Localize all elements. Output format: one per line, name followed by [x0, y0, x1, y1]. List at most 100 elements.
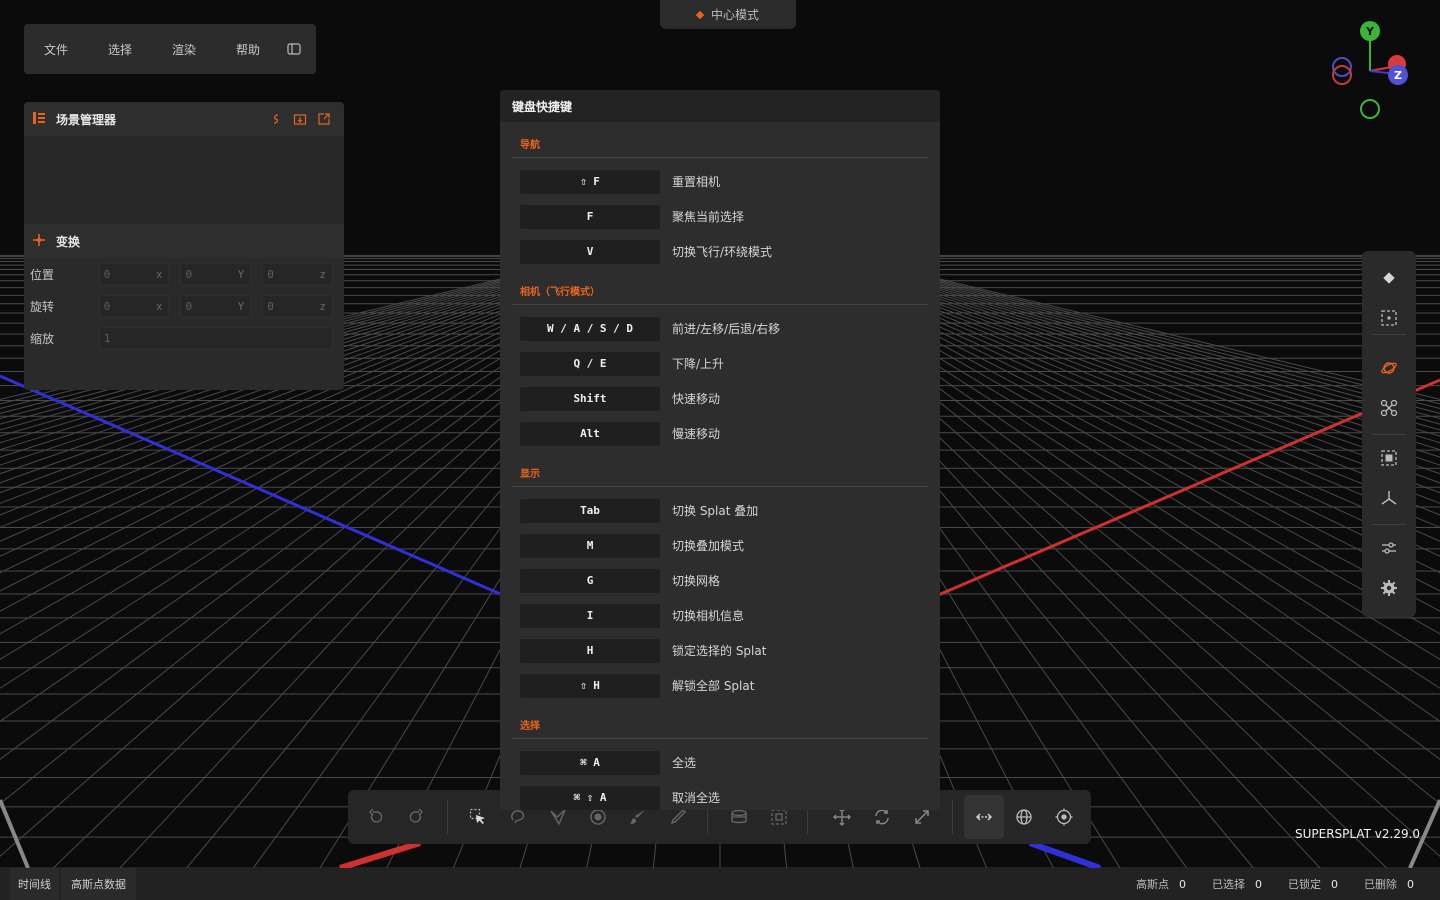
import-icon[interactable] — [288, 107, 312, 131]
orientation-gizmo[interactable]: Y Z — [1320, 16, 1420, 126]
shortcut-row: Q / E 下降/上升 — [512, 346, 928, 381]
shortcut-row: ⇧ H 解锁全部 Splat — [512, 668, 928, 703]
orbit-icon[interactable] — [1377, 356, 1401, 380]
shortcuts-list[interactable]: 导航 ⇧ F 重置相机 F 聚焦当前选择 V 切换飞行/环绕模式 相机（飞行模式） W… — [500, 122, 940, 810]
right-toolbar — [1362, 251, 1416, 617]
undo-icon[interactable] — [364, 805, 388, 829]
rotation-x-field[interactable]: 0x — [98, 295, 170, 317]
bounding-box-icon[interactable] — [1377, 446, 1401, 470]
position-z-value: 0 — [267, 267, 274, 281]
panel-collapse-icon[interactable] — [282, 37, 306, 61]
splat-data-button[interactable]: 高斯点数据 — [61, 868, 136, 900]
shortcut-row: W / A / S / D 前进/左移/后退/右移 — [512, 311, 928, 346]
shortcut-key: W / A / S / D — [520, 316, 660, 341]
menu-file[interactable]: 文件 — [24, 41, 88, 58]
fly-drone-icon[interactable] — [1377, 396, 1401, 420]
app-version: SUPERSPLAT v2.29.0 — [1295, 827, 1421, 841]
position-y-field[interactable]: 0Y — [180, 263, 252, 285]
stat-splats-value: 0 — [1179, 877, 1186, 891]
gear-icon[interactable] — [1377, 576, 1401, 600]
globe-icon[interactable] — [1012, 805, 1036, 829]
section-camera-fly: 相机（飞行模式） W / A / S / D 前进/左移/后退/右移 Q / E 下… — [512, 269, 928, 451]
rotation-y-field[interactable]: 0Y — [180, 295, 252, 317]
shortcut-key: Alt — [520, 421, 660, 446]
position-label: 位置 — [30, 267, 55, 282]
stat-locked-value: 0 — [1331, 877, 1338, 891]
shortcut-row: Tab 切换 Splat 叠加 — [512, 493, 928, 528]
shortcut-desc: 切换网格 — [672, 574, 721, 588]
section-display: 显示 Tab 切换 Splat 叠加 M 切换叠加模式 G 切换网格 I 切换相机信息 … — [512, 451, 928, 703]
status-stats: 高斯点 0 已选择 0 已锁定 0 已删除 0 — [1110, 876, 1440, 892]
scene-list[interactable] — [24, 136, 344, 224]
position-x-field[interactable]: 0x — [98, 263, 170, 285]
shortcut-key: ⇧ H — [520, 673, 660, 698]
rotation-y-axis: Y — [237, 300, 245, 313]
shortcut-desc: 慢速移动 — [672, 427, 721, 441]
z-axis-near — [1028, 840, 1102, 871]
transform-title: 变换 — [56, 234, 81, 249]
section-selection: 选择 ⌘ A 全选 ⌘ ⇧ A 取消全选 — [512, 703, 928, 810]
section-title: 相机（飞行模式） — [512, 269, 928, 305]
shortcut-desc: 快速移动 — [672, 392, 721, 406]
transform-header: 变换 — [24, 224, 344, 258]
shortcut-key: ⌘ ⇧ A — [520, 785, 660, 810]
shortcut-row: ⌘ ⇧ A 取消全选 — [512, 780, 928, 810]
move-cross-icon — [32, 233, 46, 250]
shortcut-key: G — [520, 568, 660, 593]
pointer-select-icon[interactable] — [466, 805, 490, 829]
shortcut-desc: 切换叠加模式 — [672, 539, 745, 553]
toolbar-separator — [447, 800, 448, 834]
toolbar-separator — [1372, 334, 1406, 335]
shortcut-desc: 全选 — [672, 756, 697, 770]
x-axis-near — [339, 840, 421, 871]
shortcut-row: ⌘ A 全选 — [512, 745, 928, 780]
gizmo-neg-y[interactable] — [1360, 99, 1380, 119]
shortcut-row: V 切换飞行/环绕模式 — [512, 234, 928, 269]
shortcut-key: M — [520, 533, 660, 558]
shortcut-key: Q / E — [520, 351, 660, 376]
rotation-y-value: 0 — [185, 299, 193, 313]
menu-render[interactable]: 渲染 — [152, 41, 216, 58]
axes-icon[interactable] — [1377, 486, 1401, 510]
scale-field[interactable]: 1 — [98, 327, 333, 349]
shortcut-key: I — [520, 603, 660, 628]
center-mode-indicator[interactable]: 中心模式 — [660, 0, 796, 29]
shortcut-desc: 切换相机信息 — [672, 609, 745, 623]
shortcut-desc: 切换飞行/环绕模式 — [672, 245, 773, 259]
position-y-axis: Y — [237, 268, 245, 281]
position-z-field[interactable]: 0z — [262, 263, 333, 285]
pivot-icon[interactable] — [1052, 805, 1076, 829]
shortcut-key: Tab — [520, 498, 660, 523]
export-icon[interactable] — [312, 107, 336, 131]
shortcut-desc: 下降/上升 — [672, 357, 725, 371]
menu-help[interactable]: 帮助 — [216, 41, 280, 58]
z-axis-line — [0, 374, 561, 622]
redo-icon[interactable] — [404, 805, 428, 829]
toolbar-separator — [952, 800, 953, 834]
mode-diamond-icon — [695, 10, 705, 19]
stat-selected: 已选择 0 — [1212, 876, 1262, 892]
shortcut-row: Alt 慢速移动 — [512, 416, 928, 451]
mode-label: 中心模式 — [710, 8, 759, 22]
stat-deleted: 已删除 0 — [1364, 876, 1414, 892]
menu-select[interactable]: 选择 — [88, 41, 152, 58]
section-navigation: 导航 ⇧ F 重置相机 F 聚焦当前选择 V 切换飞行/环绕模式 — [512, 122, 928, 269]
rotation-z-axis: z — [319, 300, 326, 313]
rotation-z-field[interactable]: 0z — [262, 295, 333, 317]
rotation-x-value: 0 — [103, 299, 111, 313]
shortcut-key: F — [520, 204, 660, 229]
shortcut-desc: 重置相机 — [672, 175, 721, 189]
script-icon[interactable] — [264, 107, 288, 131]
list-icon — [32, 111, 46, 128]
sliders-icon[interactable] — [1377, 536, 1401, 560]
diamond-icon[interactable] — [1377, 266, 1401, 290]
scene-manager-panel: 场景管理器 变换 位置 0x 0Y 0z 旋转 0x 0Y 0z 缩放 1 — [24, 102, 344, 390]
dialog-title: 键盘快捷键 — [512, 99, 573, 114]
stat-selected-value: 0 — [1255, 877, 1262, 891]
gizmo-z-label: Z — [1394, 69, 1402, 82]
toolbar-separator — [1372, 524, 1406, 525]
measure-icon[interactable] — [972, 805, 996, 829]
stat-deleted-label: 已删除 — [1364, 878, 1397, 891]
timeline-button[interactable]: 时间线 — [10, 868, 59, 900]
frame-focus-icon[interactable] — [1377, 306, 1401, 330]
